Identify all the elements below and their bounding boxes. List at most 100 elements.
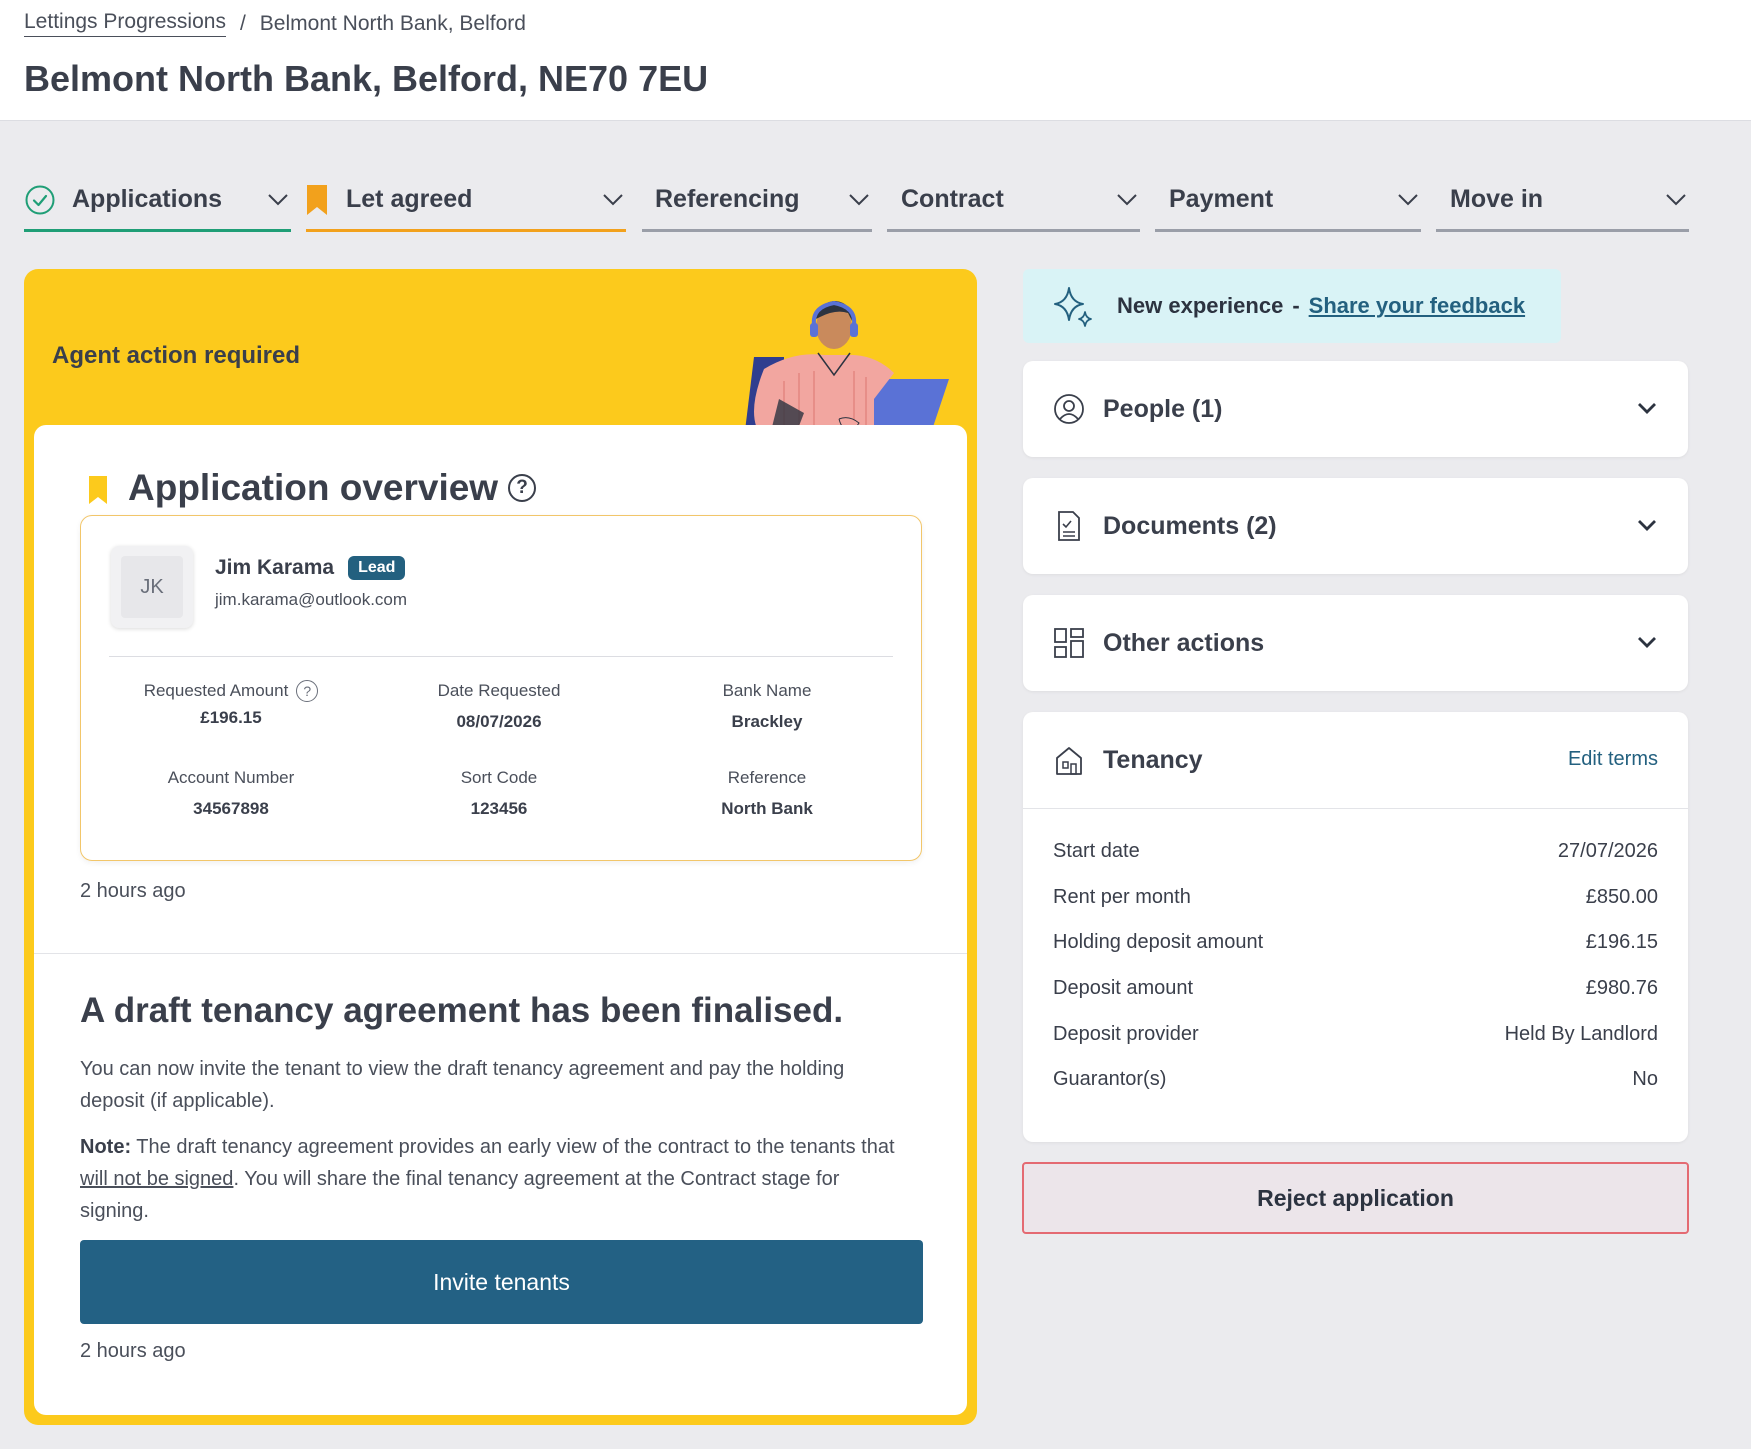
divider [1023, 808, 1688, 809]
avatar: JK [111, 546, 193, 628]
row-label: Guarantor(s) [1053, 1068, 1167, 1090]
chevron-down-icon[interactable] [1636, 397, 1658, 419]
sparkle-icon [1054, 287, 1092, 327]
chevron-down-icon[interactable] [1636, 514, 1658, 536]
help-icon[interactable]: ? [296, 680, 319, 702]
field-label: Requested Amount [143, 681, 289, 700]
field-value: £196.15 [200, 708, 262, 727]
reject-application-button[interactable]: Reject application [1022, 1162, 1689, 1234]
field-label: Account Number [167, 768, 295, 787]
row-value: £850.00 [1585, 886, 1658, 908]
applicant-email: jim.karama@outlook.com [215, 590, 408, 609]
breadcrumb-link-lettings[interactable]: Lettings Progressions [24, 10, 226, 37]
page-title: Belmont North Bank, Belford, NE70 7EU [24, 58, 709, 99]
chevron-down-icon [1398, 194, 1418, 206]
stage-tab-referencing[interactable]: Referencing [642, 170, 872, 232]
invite-tenants-button[interactable]: Invite tenants [80, 1240, 923, 1324]
share-feedback-link[interactable]: Share your feedback [1309, 293, 1525, 319]
draft-note: Note: The draft tenancy agreement provid… [80, 1131, 910, 1227]
row-label: Rent per month [1053, 886, 1191, 908]
tenancy-row-start-date: Start date 27/07/2026 [1053, 840, 1658, 863]
breadcrumb-current: Belmont North Bank, Belford [259, 11, 526, 35]
field-sort-code: Sort Code 123456 [365, 765, 633, 819]
field-value: 34567898 [193, 799, 269, 818]
applicant-name-text: Jim Karama [215, 556, 335, 579]
field-value: Brackley [731, 712, 803, 731]
stage-tab-let-agreed[interactable]: Let agreed [306, 170, 626, 232]
field-value: North Bank [721, 799, 813, 818]
people-title: People (1) [1103, 394, 1223, 423]
chevron-down-icon[interactable] [1636, 631, 1658, 653]
field-label: Bank Name [722, 681, 812, 700]
feedback-text: New experience [1117, 293, 1284, 318]
field-bank-name: Bank Name Brackley [633, 678, 901, 732]
note-text-1: The draft tenancy agreement provides an … [131, 1136, 895, 1158]
row-value: £196.15 [1585, 931, 1658, 953]
field-value: 08/07/2026 [456, 712, 542, 731]
field-label: Sort Code [460, 768, 538, 787]
tenancy-panel: Tenancy Edit terms Start date 27/07/2026 … [1023, 712, 1688, 1142]
avatar-initials: JK [121, 556, 183, 618]
timestamp: 2 hours ago [80, 1340, 186, 1362]
overview-title-text: Application overview [128, 467, 499, 508]
tenancy-row-guarantors: Guarantor(s) No [1053, 1068, 1658, 1091]
note-label: Note: [80, 1136, 132, 1158]
feedback-banner: New experience - Share your feedback [1023, 269, 1561, 343]
chevron-down-icon [268, 194, 288, 206]
row-label: Deposit amount [1053, 977, 1194, 999]
feedback-separator: - [1292, 293, 1300, 318]
overview-title: Application overview ? [128, 467, 537, 509]
tenancy-row-holding-deposit: Holding deposit amount £196.15 [1053, 931, 1658, 954]
row-label: Start date [1053, 840, 1140, 862]
stage-tab-applications[interactable]: Applications [24, 170, 291, 232]
chevron-down-icon [1666, 194, 1686, 206]
grid-icon [1054, 628, 1084, 658]
field-account-number: Account Number 34567898 [97, 765, 365, 819]
tenancy-row-rent: Rent per month £850.00 [1053, 886, 1658, 909]
stage-label: Let agreed [346, 185, 473, 213]
page-header: Lettings Progressions / Belmont North Ba… [0, 0, 1751, 121]
chevron-down-icon [849, 194, 869, 206]
people-panel[interactable]: People (1) [1023, 361, 1688, 457]
tenancy-title: Tenancy [1103, 745, 1203, 774]
edit-terms-link[interactable]: Edit terms [1568, 748, 1658, 771]
lead-badge: Lead [348, 556, 406, 580]
row-value: £980.76 [1585, 977, 1658, 999]
stage-label: Move in [1450, 185, 1544, 213]
stage-tab-move-in[interactable]: Move in [1436, 170, 1689, 232]
chevron-down-icon [603, 194, 623, 206]
stage-label: Payment [1169, 185, 1274, 213]
stage-label: Referencing [655, 185, 800, 213]
draft-description: You can now invite the tenant to view th… [80, 1058, 845, 1112]
agent-action-banner: Agent action required [52, 342, 301, 369]
other-actions-panel[interactable]: Other actions [1023, 595, 1688, 691]
applicant-details-box: JK Jim Karama Lead jim.karama@outlook.co… [80, 515, 922, 861]
bookmark-icon [307, 184, 327, 215]
row-label: Holding deposit amount [1053, 931, 1264, 953]
stage-label: Applications [72, 185, 223, 213]
row-value: No [1632, 1068, 1658, 1090]
row-value: Held By Landlord [1504, 1023, 1658, 1045]
tenancy-row-deposit-provider: Deposit provider Held By Landlord [1053, 1023, 1658, 1046]
divider [34, 953, 967, 954]
application-overview-card: Application overview ? JK Jim Karama Lea… [34, 425, 967, 1415]
note-underlined: will not be signed [80, 1168, 234, 1190]
documents-panel[interactable]: Documents (2) [1023, 478, 1688, 574]
action-card: Agent action required Application overvi… [24, 269, 977, 1425]
stage-tab-contract[interactable]: Contract [887, 170, 1140, 232]
field-label: Date Requested [437, 681, 561, 700]
field-reference: Reference North Bank [633, 765, 901, 819]
field-date-requested: Date Requested 08/07/2026 [365, 678, 633, 732]
help-icon[interactable]: ? [508, 474, 537, 502]
draft-heading: A draft tenancy agreement has been final… [80, 991, 844, 1030]
tenancy-row-deposit: Deposit amount £980.76 [1053, 977, 1658, 1000]
divider [109, 656, 893, 657]
timestamp: 2 hours ago [80, 880, 186, 902]
field-label: Reference [727, 768, 807, 787]
chevron-down-icon [1117, 194, 1137, 206]
row-label: Deposit provider [1053, 1023, 1199, 1045]
applicant-name: Jim Karama Lead [215, 556, 406, 580]
stage-tab-payment[interactable]: Payment [1155, 170, 1421, 232]
check-circle-icon [25, 185, 55, 214]
document-icon [1058, 511, 1080, 541]
